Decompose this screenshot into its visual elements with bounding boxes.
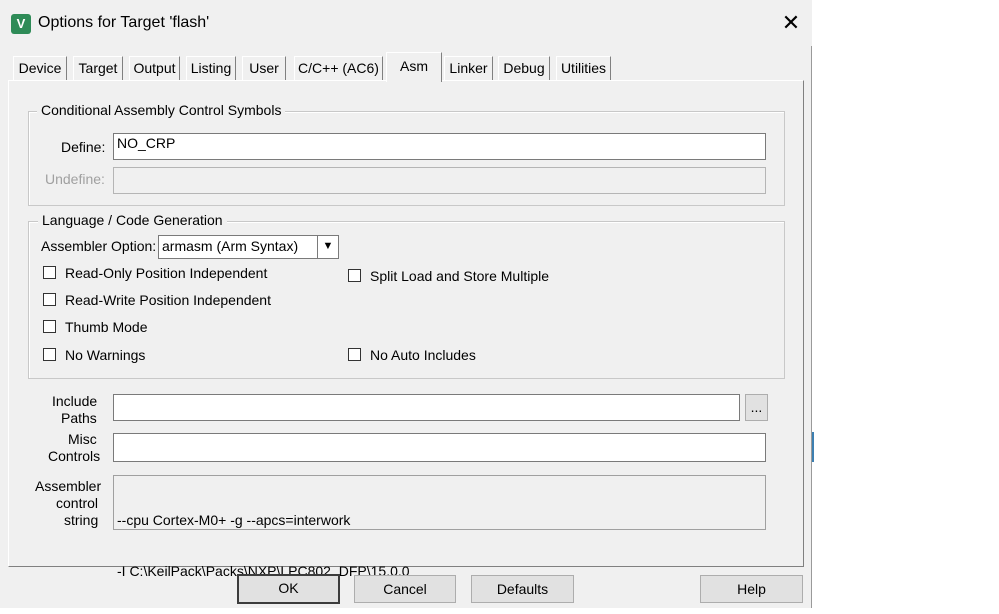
tab-listing[interactable]: Listing bbox=[186, 56, 236, 80]
keil-uvision-icon: V bbox=[11, 14, 31, 34]
no-auto-includes-label: No Auto Includes bbox=[370, 347, 476, 363]
window-title: Options for Target 'flash' bbox=[38, 14, 210, 31]
rw-position-independent-checkbox[interactable] bbox=[43, 293, 56, 306]
tab-c-cpp-ac6[interactable]: C/C++ (AC6) bbox=[294, 56, 383, 80]
undefine-input bbox=[113, 167, 766, 194]
tab-device[interactable]: Device bbox=[13, 56, 67, 80]
ro-position-independent-label: Read-Only Position Independent bbox=[65, 265, 268, 281]
undefine-label: Undefine: bbox=[45, 171, 105, 187]
control-string-label-line1: Assembler bbox=[35, 478, 102, 494]
include-paths-label-line2: Paths bbox=[61, 410, 97, 426]
conditional-assembly-legend: Conditional Assembly Control Symbols bbox=[37, 102, 286, 118]
include-paths-browse-button[interactable]: ... bbox=[745, 394, 768, 421]
options-dialog: V Options for Target 'flash' ✕ Device Ta… bbox=[0, 0, 812, 608]
no-warnings-label: No Warnings bbox=[65, 347, 146, 363]
assembler-option-select[interactable]: armasm (Arm Syntax) bbox=[158, 235, 339, 259]
split-load-store-multiple-label: Split Load and Store Multiple bbox=[370, 268, 549, 284]
define-label: Define: bbox=[61, 139, 106, 155]
control-string-label-line3: string bbox=[64, 512, 99, 528]
thumb-mode-checkbox[interactable] bbox=[43, 320, 56, 333]
tab-linker[interactable]: Linker bbox=[444, 56, 493, 80]
rw-position-independent-label: Read-Write Position Independent bbox=[65, 292, 271, 308]
tab-user[interactable]: User bbox=[242, 56, 286, 80]
tab-output[interactable]: Output bbox=[129, 56, 180, 80]
control-string-line-1: --cpu Cortex-M0+ -g --apcs=interwork bbox=[117, 512, 351, 528]
defaults-button[interactable]: Defaults bbox=[471, 575, 574, 603]
define-input[interactable]: NO_CRP bbox=[113, 133, 766, 160]
ok-button[interactable]: OK bbox=[237, 574, 340, 604]
assembler-option-label: Assembler Option: bbox=[41, 238, 157, 254]
control-string-label-line2: control bbox=[56, 495, 99, 511]
include-paths-label-line1: Include bbox=[52, 393, 98, 409]
misc-controls-input[interactable] bbox=[113, 433, 766, 462]
include-paths-input[interactable] bbox=[113, 394, 740, 421]
cancel-button[interactable]: Cancel bbox=[354, 575, 456, 603]
close-icon[interactable]: ✕ bbox=[778, 10, 804, 36]
split-load-store-multiple-checkbox[interactable] bbox=[348, 269, 361, 282]
tab-utilities[interactable]: Utilities bbox=[556, 56, 611, 80]
tab-asm[interactable]: Asm bbox=[386, 52, 442, 82]
thumb-mode-label: Thumb Mode bbox=[65, 319, 148, 335]
misc-controls-label-line2: Controls bbox=[48, 448, 101, 464]
no-auto-includes-checkbox[interactable] bbox=[348, 348, 361, 361]
assembler-control-string: --cpu Cortex-M0+ -g --apcs=interwork -I … bbox=[113, 475, 766, 579]
chevron-down-icon[interactable]: ▼ bbox=[317, 236, 338, 258]
background-window-edge bbox=[812, 432, 814, 462]
help-button[interactable]: Help bbox=[700, 575, 803, 603]
assembler-option-value: armasm (Arm Syntax) bbox=[162, 238, 299, 254]
language-code-generation-legend: Language / Code Generation bbox=[38, 212, 227, 228]
tab-debug[interactable]: Debug bbox=[498, 56, 550, 80]
no-warnings-checkbox[interactable] bbox=[43, 348, 56, 361]
ro-position-independent-checkbox[interactable] bbox=[43, 266, 56, 279]
misc-controls-label-line1: Misc bbox=[68, 431, 97, 447]
tab-target[interactable]: Target bbox=[73, 56, 123, 80]
